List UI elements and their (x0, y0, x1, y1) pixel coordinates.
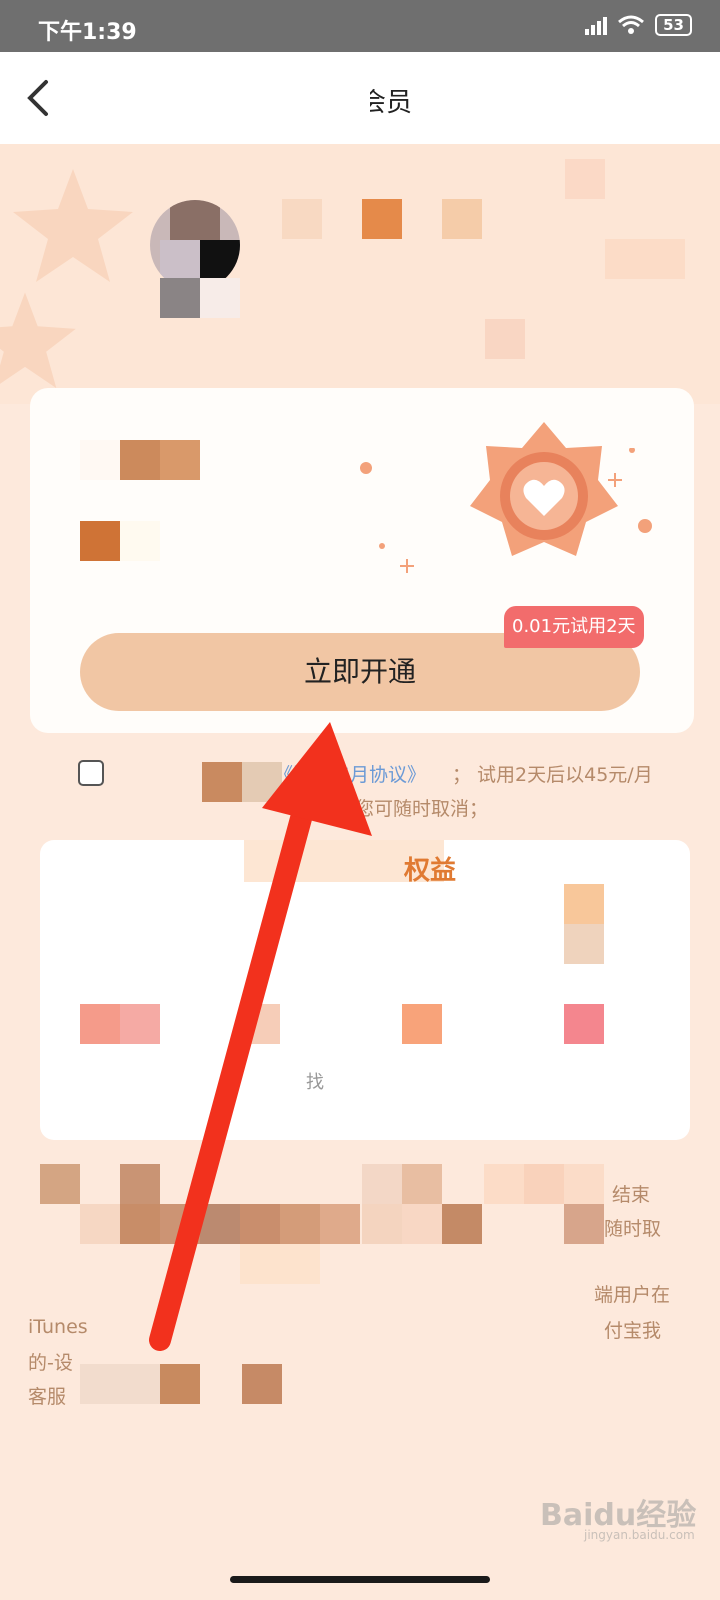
trial-badge: 0.01元试用2天 (504, 606, 644, 648)
agreement-checkbox[interactable] (78, 760, 104, 786)
wifi-icon (618, 15, 645, 34)
terms-line-3: 端用户在 (594, 1284, 671, 1306)
membership-card: 立即开通 0.01元试用2天 (30, 388, 694, 733)
terms-line-5: 的-设 (28, 1352, 73, 1374)
agreement-text-2: 您可随时取消； (355, 798, 489, 820)
member-header (0, 144, 720, 404)
star-decoration-icon (0, 292, 76, 389)
terms-line-2: 随时取 (604, 1218, 662, 1240)
benefits-card: 权益 找 (40, 840, 690, 1140)
star-decoration-icon (13, 169, 133, 282)
title-mosaic (308, 84, 370, 118)
terms-line-4-start: iTunes (28, 1316, 88, 1338)
agreement-row: 《连续包月协议》 ； 试用2天后以45元/月 您可随时取消； (0, 742, 720, 822)
agreement-text: ； 试用2天后以45元/月 (452, 764, 653, 786)
benefits-title: 权益 (404, 856, 457, 886)
signal-icon (585, 15, 608, 35)
terms-text: 结束 随时取 端用户在 iTunes 付宝我 的-设 客服 (0, 1150, 720, 1450)
home-indicator[interactable] (230, 1576, 490, 1583)
benefit-label: 找 (306, 1072, 324, 1093)
agreement-link[interactable]: 《连续包月协议》 (274, 760, 426, 787)
avatar-mosaic (160, 278, 200, 318)
avatar-mosaic (200, 278, 240, 318)
baidu-watermark-url: jingyan.baidu.com (584, 1528, 695, 1542)
terms-line-1: 结束 (612, 1184, 651, 1206)
status-bar: 下午1:39 53 (0, 0, 720, 52)
status-time: 下午1:39 (38, 20, 137, 45)
avatar (150, 200, 240, 290)
terms-line-4-end: 付宝我 (604, 1320, 662, 1342)
sparkle-decoration-icon (360, 448, 652, 573)
status-icons: 53 (585, 14, 692, 36)
terms-line-6: 客服 (28, 1386, 67, 1408)
battery-icon: 53 (655, 14, 692, 36)
